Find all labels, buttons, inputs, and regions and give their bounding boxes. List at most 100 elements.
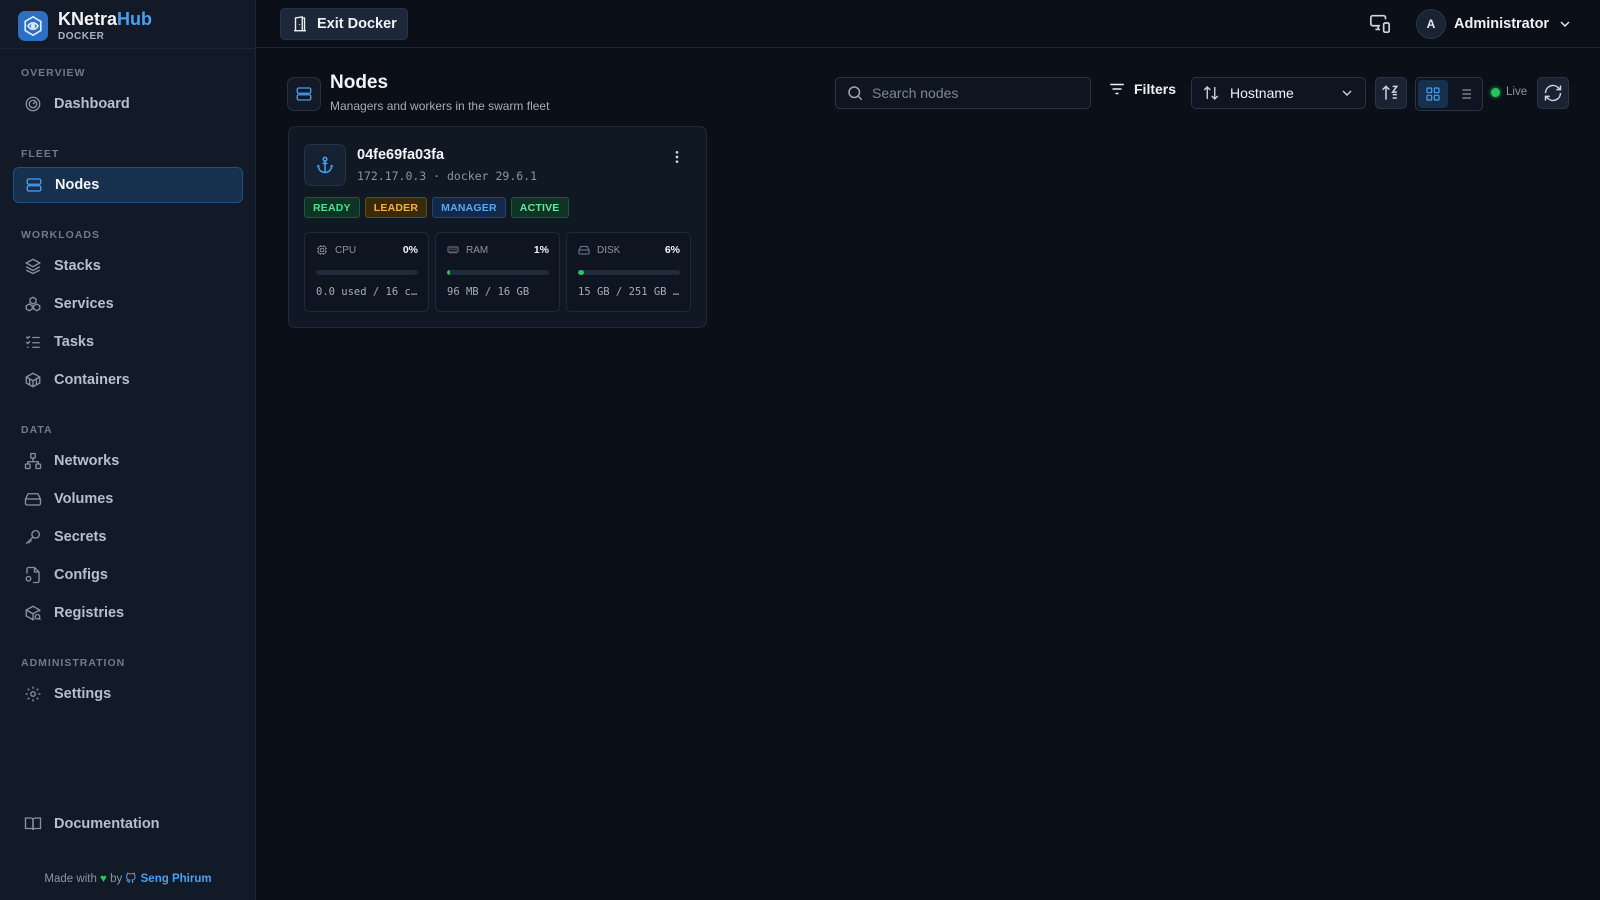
book-icon — [24, 815, 42, 833]
sidebar-item-registries[interactable]: Registries — [13, 595, 243, 631]
package-search-icon — [24, 604, 42, 622]
brand-subtitle: DOCKER — [58, 31, 105, 42]
metric-disk: DISK 6% 15 GB / 251 GB free — [566, 232, 691, 312]
exit-docker-button[interactable]: Exit Docker — [280, 8, 408, 40]
metric-detail: 15 GB / 251 GB free — [578, 286, 682, 298]
topbar: Exit Docker A Administrator — [256, 0, 1600, 48]
gauge-icon — [24, 95, 42, 113]
avatar: A — [1416, 9, 1446, 39]
hard-drive-icon — [578, 244, 590, 256]
sort-direction-button[interactable] — [1375, 77, 1407, 109]
footer-credit: Made with ♥ by Seng Phirum — [0, 872, 256, 885]
arrow-up-down-icon — [1202, 84, 1220, 102]
device-switch-button[interactable] — [1369, 12, 1393, 36]
sidebar-item-label: Settings — [54, 686, 112, 702]
exit-docker-label: Exit Docker — [317, 16, 397, 32]
chevron-down-icon — [1557, 16, 1573, 32]
metric-ram: RAM 1% 96 MB / 16 GB — [435, 232, 560, 312]
role-badge-manager: MANAGER — [432, 197, 506, 218]
node-hostname[interactable]: 04fe69fa03fa — [357, 147, 444, 163]
sidebar-item-stacks[interactable]: Stacks — [13, 248, 243, 284]
sidebar-item-services[interactable]: Services — [13, 286, 243, 322]
sidebar-item-networks[interactable]: Networks — [13, 443, 243, 479]
refresh-icon — [1543, 83, 1563, 103]
metric-progress-bar — [316, 270, 418, 275]
chevron-down-icon — [1339, 85, 1355, 101]
sidebar-item-label: Nodes — [55, 177, 100, 193]
search-box — [835, 77, 1091, 109]
metric-progress-fill — [447, 270, 451, 275]
sidebar-item-dashboard[interactable]: Dashboard — [13, 86, 243, 122]
list-icon — [1457, 86, 1473, 102]
heart-icon: ♥ — [100, 873, 107, 885]
sidebar-item-label: Secrets — [54, 529, 107, 545]
metric-progress-bar — [578, 270, 680, 275]
section-label-fleet: FLEET — [21, 148, 60, 160]
availability-badge-active: ACTIVE — [510, 197, 569, 218]
brand[interactable]: KNetraHub DOCKER — [18, 9, 152, 42]
metric-detail: 96 MB / 16 GB — [447, 286, 530, 298]
list-checks-icon — [24, 333, 42, 351]
node-actions-button[interactable] — [669, 147, 685, 167]
sidebar-item-nodes[interactable]: Nodes — [13, 167, 243, 203]
brand-name: KNetraHub — [58, 9, 152, 29]
sidebar-item-settings[interactable]: Settings — [13, 676, 243, 712]
gear-icon — [24, 685, 42, 703]
filters-button[interactable]: Filters — [1108, 80, 1176, 98]
sidebar-item-label: Registries — [54, 605, 125, 621]
sidebar-item-label: Stacks — [54, 258, 101, 274]
sidebar-item-containers[interactable]: Containers — [13, 362, 243, 398]
node-meta: 172.17.0.3 · docker 29.6.1 — [357, 169, 538, 183]
monitor-smartphone-icon — [1369, 12, 1393, 34]
sort-value: Hostname — [1230, 85, 1294, 101]
list-view-button[interactable] — [1450, 80, 1480, 108]
metric-detail: 0.0 used / 16 cores — [316, 286, 420, 298]
node-card[interactable]: 04fe69fa03fa 172.17.0.3 · docker 29.6.1 … — [288, 126, 707, 328]
sidebar-item-secrets[interactable]: Secrets — [13, 519, 243, 555]
sidebar-item-label: Dashboard — [54, 96, 130, 112]
sidebar-item-label: Networks — [54, 453, 120, 469]
metric-progress-fill — [578, 270, 585, 275]
github-icon — [125, 872, 137, 884]
divider — [0, 48, 256, 49]
footer-by: by — [110, 873, 123, 885]
live-dot-icon — [1491, 87, 1500, 97]
live-label: Live — [1506, 86, 1528, 98]
brand-name-main: KNetra — [58, 9, 118, 29]
metric-percent: 1% — [533, 244, 549, 256]
sidebar: KNetraHub DOCKER OVERVIEW Dashboard FLEE… — [0, 0, 256, 900]
metric-label: DISK — [597, 244, 621, 256]
view-toggle — [1415, 77, 1483, 111]
cpu-icon — [316, 244, 328, 256]
page-title: Nodes — [330, 72, 389, 93]
footer-made-with: Made with — [44, 873, 97, 885]
metric-label: RAM — [466, 244, 489, 256]
server-icon — [25, 176, 43, 194]
section-label-administration: ADMINISTRATION — [21, 657, 126, 669]
sidebar-item-volumes[interactable]: Volumes — [13, 481, 243, 517]
page-subtitle: Managers and workers in the swarm fleet — [330, 99, 550, 113]
sidebar-item-label: Services — [54, 296, 114, 312]
metric-progress-bar — [447, 270, 549, 275]
eye-logo-icon — [18, 10, 48, 41]
filter-icon — [1108, 80, 1126, 98]
container-icon — [24, 371, 42, 389]
anchor-icon — [304, 144, 346, 186]
boxes-icon — [24, 295, 42, 313]
search-input[interactable] — [872, 85, 1072, 101]
sidebar-item-documentation[interactable]: Documentation — [13, 806, 243, 842]
sidebar-item-tasks[interactable]: Tasks — [13, 324, 243, 360]
grid-icon — [1425, 86, 1441, 102]
file-cog-icon — [24, 566, 42, 584]
metric-label: CPU — [335, 244, 357, 256]
door-icon — [291, 15, 309, 33]
sidebar-item-label: Configs — [54, 567, 108, 583]
sort-select[interactable]: Hostname — [1191, 77, 1366, 109]
author-link[interactable]: Seng Phirum — [125, 872, 212, 885]
live-indicator: Live — [1491, 86, 1527, 98]
sidebar-item-configs[interactable]: Configs — [13, 557, 243, 593]
refresh-button[interactable] — [1537, 77, 1569, 109]
search-icon — [846, 84, 864, 102]
grid-view-button[interactable] — [1418, 80, 1448, 108]
user-menu[interactable]: A Administrator — [1416, 9, 1573, 39]
